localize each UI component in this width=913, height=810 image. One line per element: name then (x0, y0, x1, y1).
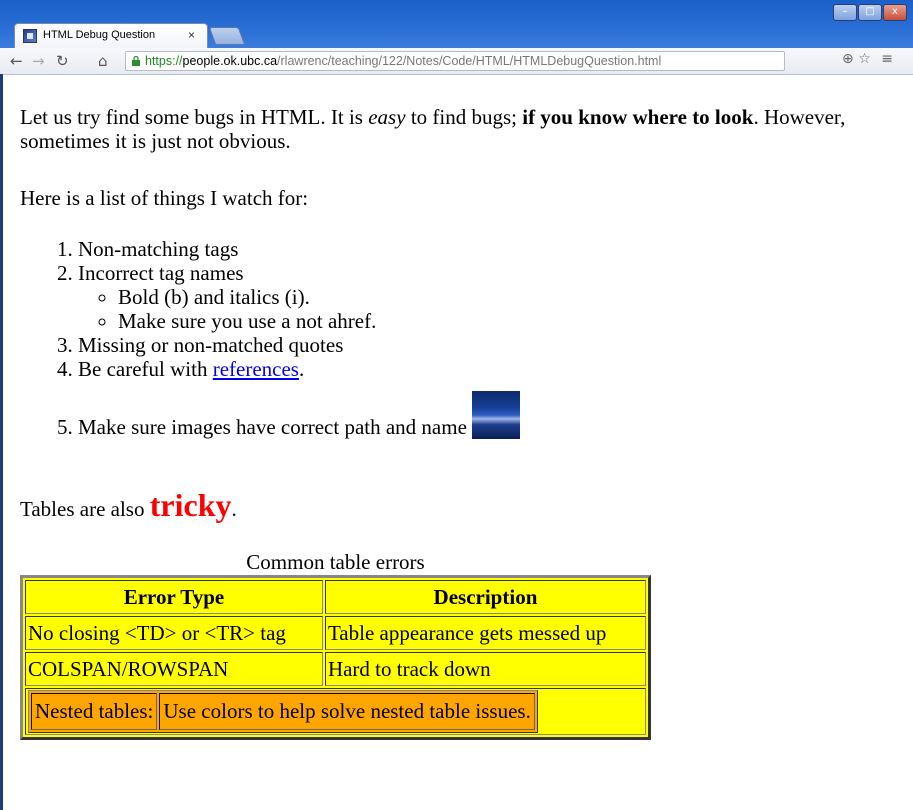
table-cell: Table appearance gets messed up (324, 616, 646, 650)
intro-paragraph: Let us try find some bugs in HTML. It is… (20, 105, 846, 153)
home-icon[interactable]: ⌂ (98, 51, 108, 71)
table-row: COLSPAN/ROWSPAN Hard to track down (25, 652, 646, 686)
list-item: Make sure images have correct path and n… (78, 391, 521, 439)
forward-icon[interactable]: → (32, 51, 45, 71)
url-text: https://people.ok.ubc.ca/rlawrenc/teachi… (145, 54, 662, 68)
table-cell: COLSPAN/ROWSPAN (25, 652, 323, 686)
back-icon[interactable]: ← (10, 51, 23, 71)
thumbnail-image (472, 391, 521, 439)
column-header: Description (324, 580, 646, 614)
zoom-icon[interactable]: ⊕ (842, 51, 854, 67)
nested-table: Nested tables: Use colors to help solve … (28, 690, 538, 733)
new-tab-button[interactable] (208, 27, 246, 45)
nested-cell: Use colors to help solve nested table is… (159, 693, 535, 730)
reload-icon[interactable]: ↻ (56, 51, 69, 71)
nested-table-cell: Nested tables: Use colors to help solve … (25, 688, 646, 735)
browser-toolbar: ← → ↻ ⌂ https://people.ok.ubc.ca/rlawren… (0, 48, 913, 75)
list-item: Incorrect tag names Bold (b) and italics… (78, 261, 520, 333)
table-header-row: Error Type Description (25, 580, 646, 614)
tricky-text: tricky (149, 487, 232, 523)
table-cell: No closing <TD> or <TR> tag (25, 616, 323, 650)
maximize-icon[interactable]: □ (858, 4, 882, 21)
close-tab-icon[interactable]: × (188, 28, 195, 42)
lock-icon (132, 56, 140, 66)
column-header: Error Type (25, 580, 323, 614)
sub-list-item: Make sure you use a not ahref. (118, 309, 520, 333)
toolbar-icons: ⊕ ☆ ≡ (842, 51, 893, 67)
favicon-icon (23, 29, 37, 43)
sub-list-item: Bold (b) and italics (i). (118, 285, 520, 309)
tab-title: HTML Debug Question (43, 29, 156, 41)
window-border (0, 74, 3, 810)
bold-text: if you know where to look (522, 105, 754, 129)
list-item: Missing or non-matched quotes (78, 333, 520, 357)
sub-list: Bold (b) and italics (i). Make sure you … (78, 285, 520, 333)
browser-titlebar: HTML Debug Question × – □ x (0, 0, 913, 48)
nested-cell: Nested tables: (31, 693, 158, 730)
tables-paragraph: Tables are also tricky. (20, 487, 237, 523)
address-bar[interactable]: https://people.ok.ubc.ca/rlawrenc/teachi… (125, 51, 785, 71)
list-item: Be careful with references. (78, 357, 520, 381)
table-caption: Common table errors (246, 550, 425, 574)
browser-tab[interactable]: HTML Debug Question × (14, 23, 208, 48)
list-intro: Here is a list of things I watch for: (20, 186, 309, 210)
errors-table: Error Type Description No closing <TD> o… (20, 575, 651, 740)
bug-list: Non-matching tags Incorrect tag names Bo… (20, 237, 521, 439)
table-row: No closing <TD> or <TR> tag Table appear… (25, 616, 646, 650)
table-row: Nested tables: Use colors to help solve … (25, 688, 646, 735)
window-controls: – □ x (833, 4, 907, 21)
list-item: Non-matching tags (78, 237, 520, 261)
references-link[interactable]: references (213, 357, 299, 381)
menu-icon[interactable]: ≡ (881, 51, 893, 67)
star-icon[interactable]: ☆ (858, 51, 871, 67)
minimize-icon[interactable]: – (833, 4, 857, 21)
emphasis-text: easy (368, 105, 406, 129)
close-window-icon[interactable]: x (883, 4, 907, 21)
table-cell: Hard to track down (324, 652, 646, 686)
